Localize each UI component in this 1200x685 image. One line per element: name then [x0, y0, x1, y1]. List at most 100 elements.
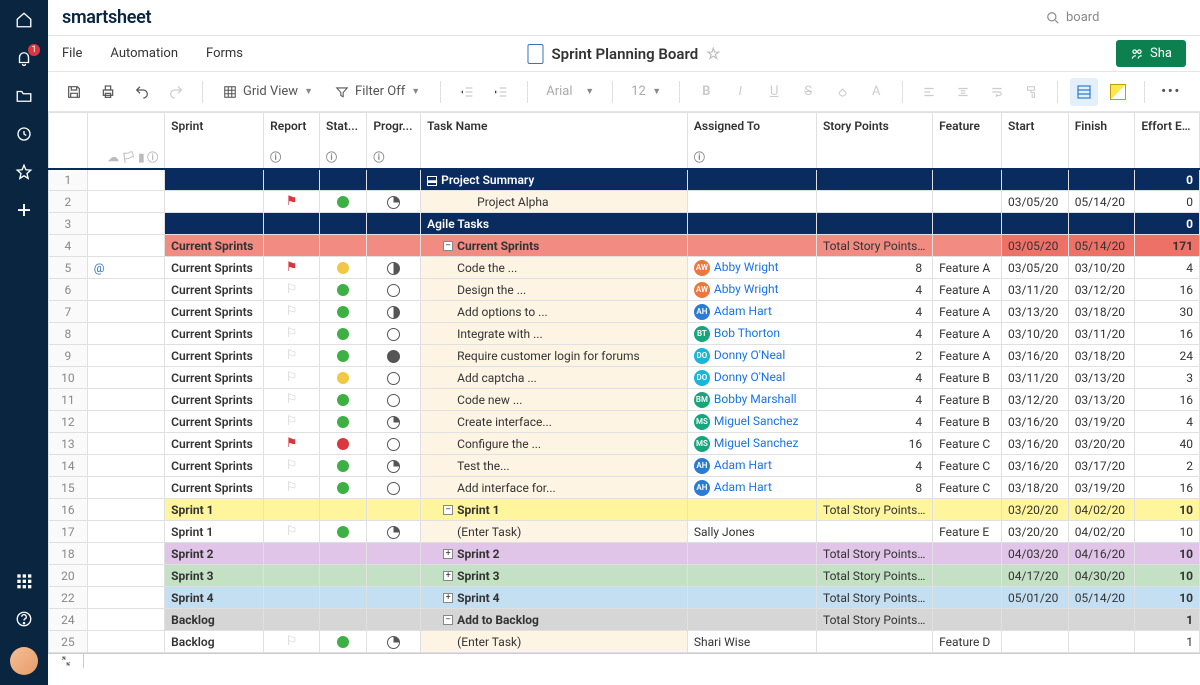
cell-effort[interactable]: 171: [1135, 235, 1200, 257]
cell-finish[interactable]: [1068, 609, 1135, 631]
cell-start[interactable]: 03/20/20: [1002, 499, 1069, 521]
table-row[interactable]: 17Sprint 1⚐(Enter Task)Sally JonesFeatur…: [49, 521, 1200, 543]
row-attachments[interactable]: [87, 323, 164, 345]
cell-report[interactable]: [264, 609, 320, 631]
col-points[interactable]: Story Points: [816, 113, 932, 169]
underline-icon[interactable]: U: [760, 78, 788, 106]
cell-sprint[interactable]: Current Sprints: [165, 345, 264, 367]
conditional-format-icon[interactable]: [1070, 78, 1098, 106]
row-attachments[interactable]: [87, 279, 164, 301]
cell-finish[interactable]: 03/13/20: [1068, 367, 1135, 389]
expand-corner-icon[interactable]: [48, 654, 84, 668]
cell-effort[interactable]: 10: [1135, 565, 1200, 587]
cell-assigned[interactable]: [687, 609, 816, 631]
cell-points[interactable]: Total Story Points: 0: [816, 565, 932, 587]
cell-assigned[interactable]: AHAdam Hart: [687, 477, 816, 499]
cell-points[interactable]: Total Story Points: 62: [816, 235, 932, 257]
cell-progress[interactable]: [367, 389, 421, 411]
cell-finish[interactable]: 04/30/20: [1068, 565, 1135, 587]
cell-finish[interactable]: 03/18/20: [1068, 345, 1135, 367]
cell-effort[interactable]: 16: [1135, 389, 1200, 411]
cell-progress[interactable]: [367, 455, 421, 477]
cell-sprint[interactable]: [165, 213, 264, 235]
cell-effort[interactable]: 10: [1135, 543, 1200, 565]
cell-assigned[interactable]: BMBobby Marshall: [687, 389, 816, 411]
table-row[interactable]: 12Current Sprints⚐Create interface...MSM…: [49, 411, 1200, 433]
cell-points[interactable]: 4: [816, 367, 932, 389]
cell-start[interactable]: 03/18/20: [1002, 477, 1069, 499]
cell-progress[interactable]: [367, 235, 421, 257]
cell-status[interactable]: [320, 609, 367, 631]
cell-report[interactable]: ⚐: [264, 521, 320, 543]
cell-progress[interactable]: [367, 631, 421, 653]
cell-task[interactable]: Add captcha ...: [421, 367, 688, 389]
row-attachments[interactable]: [87, 455, 164, 477]
cell-report[interactable]: ⚐: [264, 389, 320, 411]
cell-effort[interactable]: 16: [1135, 323, 1200, 345]
cell-sprint[interactable]: Current Sprints: [165, 389, 264, 411]
cell-progress[interactable]: [367, 521, 421, 543]
row-attachments[interactable]: [87, 499, 164, 521]
cell-progress[interactable]: [367, 191, 421, 213]
cell-feature[interactable]: Feature B: [933, 411, 1002, 433]
cell-start[interactable]: 04/17/20: [1002, 565, 1069, 587]
cell-progress[interactable]: [367, 169, 421, 191]
cell-task[interactable]: Add interface for...: [421, 477, 688, 499]
table-row[interactable]: 1▬Project Summary0: [49, 169, 1200, 191]
cell-effort[interactable]: 2: [1135, 455, 1200, 477]
cell-points[interactable]: Total Story Points: 0: [816, 499, 932, 521]
cell-status[interactable]: [320, 477, 367, 499]
cell-finish[interactable]: 03/20/20: [1068, 433, 1135, 455]
cell-progress[interactable]: [367, 499, 421, 521]
save-icon[interactable]: [60, 78, 88, 106]
format-painter-icon[interactable]: [1017, 78, 1045, 106]
cell-task[interactable]: ▬Project Summary: [421, 169, 688, 191]
notifications-icon[interactable]: 1: [14, 48, 34, 68]
add-icon[interactable]: [14, 200, 34, 220]
cell-start[interactable]: 05/01/20: [1002, 587, 1069, 609]
menu-forms[interactable]: Forms: [206, 46, 243, 61]
cell-progress[interactable]: [367, 609, 421, 631]
cell-report[interactable]: [264, 235, 320, 257]
text-color-icon[interactable]: A: [862, 78, 890, 106]
cell-finish[interactable]: 03/12/20: [1068, 279, 1135, 301]
cell-status[interactable]: [320, 631, 367, 653]
cell-points[interactable]: Total Story Points: 0: [816, 609, 932, 631]
cell-task[interactable]: Agile Tasks: [421, 213, 688, 235]
cell-finish[interactable]: 05/14/20: [1068, 235, 1135, 257]
cell-start[interactable]: 03/05/20: [1002, 257, 1069, 279]
view-switcher[interactable]: Grid View ▼: [215, 80, 321, 103]
row-attachments[interactable]: [87, 389, 164, 411]
menu-file[interactable]: File: [62, 46, 82, 61]
col-start[interactable]: Start: [1002, 113, 1069, 169]
cell-task[interactable]: Project Alpha: [421, 191, 688, 213]
collapse-toggle[interactable]: +: [443, 593, 453, 603]
cell-progress[interactable]: [367, 345, 421, 367]
row-attachments[interactable]: [87, 565, 164, 587]
cell-assigned[interactable]: [687, 169, 816, 191]
cell-progress[interactable]: [367, 213, 421, 235]
cell-feature[interactable]: Feature E: [933, 521, 1002, 543]
bold-icon[interactable]: B: [692, 78, 720, 106]
cell-status[interactable]: [320, 169, 367, 191]
cell-start[interactable]: [1002, 631, 1069, 653]
cell-progress[interactable]: [367, 323, 421, 345]
row-attachments[interactable]: [87, 543, 164, 565]
cell-assigned[interactable]: MSMiguel Sanchez: [687, 433, 816, 455]
cell-sprint[interactable]: Current Sprints: [165, 257, 264, 279]
table-row[interactable]: 2⚑Project Alpha03/05/2005/14/200: [49, 191, 1200, 213]
cell-points[interactable]: [816, 521, 932, 543]
table-row[interactable]: 9Current Sprints⚐Require customer login …: [49, 345, 1200, 367]
cell-assigned[interactable]: AHAdam Hart: [687, 455, 816, 477]
cell-task[interactable]: Design the ...: [421, 279, 688, 301]
cell-effort[interactable]: 24: [1135, 345, 1200, 367]
cell-points[interactable]: [816, 169, 932, 191]
cell-status[interactable]: [320, 587, 367, 609]
undo-icon[interactable]: [128, 78, 156, 106]
cell-status[interactable]: [320, 279, 367, 301]
cell-feature[interactable]: Feature A: [933, 301, 1002, 323]
cell-finish[interactable]: 04/02/20: [1068, 521, 1135, 543]
cell-feature[interactable]: [933, 235, 1002, 257]
cell-task[interactable]: (Enter Task): [421, 521, 688, 543]
cell-status[interactable]: [320, 411, 367, 433]
